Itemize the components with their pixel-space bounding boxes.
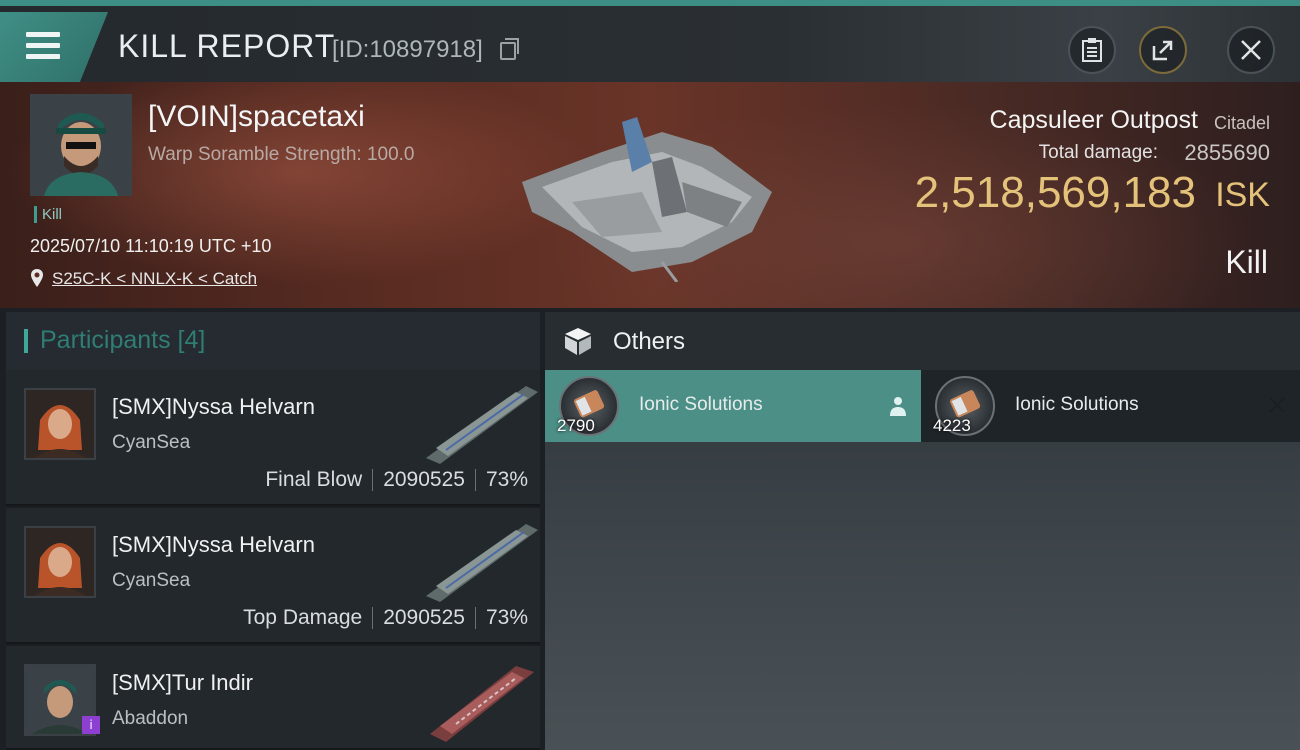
participant-avatar[interactable] <box>24 526 96 598</box>
participant-tag: Top Damage <box>243 606 363 629</box>
participant-row[interactable]: [SMX]Nyssa Helvarn CyanSea Top Damage 20… <box>6 508 540 644</box>
location-pin-icon <box>31 269 43 287</box>
page-title: KILL REPORT <box>118 28 336 64</box>
participant-damage: 2090525 <box>383 606 465 629</box>
item-name: Ionic Solutions <box>1015 394 1139 415</box>
stat-divider <box>372 607 374 629</box>
victim-avatar[interactable] <box>30 94 132 196</box>
clipboard-icon <box>1082 38 1102 62</box>
item-name: Ionic Solutions <box>639 394 763 415</box>
top-bar: KILL REPORT [ID:10897918] <box>0 0 1300 82</box>
isk-unit: ISK <box>1215 176 1270 214</box>
stat-divider <box>474 469 476 491</box>
participant-tag: Final Blow <box>265 468 363 491</box>
kill-datetime: 2025/07/10 11:10:19 UTC +10 <box>30 236 272 256</box>
total-damage-value: 2855690 <box>1184 140 1270 165</box>
isk-value: 2,518,569,183 <box>914 168 1196 217</box>
kill-location-link[interactable]: S25C-K < NNLX-K < Catch <box>52 269 257 289</box>
menu-button[interactable] <box>0 12 108 82</box>
others-header: Others <box>545 312 1300 370</box>
participant-stats: Top Damage 2090525 73% <box>243 606 528 630</box>
person-icon <box>890 397 906 416</box>
participant-ship-image <box>426 386 538 464</box>
victim-ship-image <box>522 117 772 282</box>
header-accent <box>24 329 28 353</box>
victim-banner: [VOIN]spacetaxi Warp Soramble Strength: … <box>0 82 1300 308</box>
share-button[interactable] <box>1139 26 1187 74</box>
share-icon <box>1152 40 1173 61</box>
close-button[interactable] <box>1227 26 1275 74</box>
victim-ship-name[interactable]: Capsuleer Outpost <box>990 106 1198 135</box>
others-panel: Others 2790 Ionic Solutions 4223 Ionic S… <box>545 312 1300 750</box>
kill-result: Kill <box>1225 244 1268 280</box>
box-icon <box>565 328 591 355</box>
clipboard-button[interactable] <box>1068 26 1116 74</box>
item-quantity: 4223 <box>933 416 971 435</box>
participant-ship: Abaddon <box>112 708 189 729</box>
kill-tag: Kill <box>34 206 62 223</box>
participant-percent: 73% <box>485 468 528 491</box>
participant-row[interactable]: [SMX]Nyssa Helvarn CyanSea Final Blow 20… <box>6 370 540 506</box>
item-quantity: 2790 <box>557 416 595 435</box>
participant-ship-image <box>430 666 534 742</box>
participant-name: [SMX]Tur Indir <box>112 670 253 695</box>
participant-damage: 2090525 <box>383 468 465 491</box>
report-id: [ID:10897918] <box>332 36 483 63</box>
item-card[interactable]: 2790 Ionic Solutions <box>545 370 921 442</box>
participant-ship: CyanSea <box>112 570 191 591</box>
item-card[interactable]: 4223 Ionic Solutions <box>921 370 1300 442</box>
participant-ship: CyanSea <box>112 432 191 453</box>
participant-stats: Final Blow 2090525 73% <box>265 468 528 492</box>
victim-name[interactable]: [VOIN]spacetaxi <box>148 100 365 134</box>
copy-icon[interactable] <box>500 38 519 60</box>
menu-icon <box>26 32 60 65</box>
participants-panel: Participants [4] [SMX]Nyssa Helvarn Cyan… <box>6 312 540 750</box>
participants-header: Participants [4] <box>6 312 540 370</box>
stat-divider <box>474 607 476 629</box>
participants-title: Participants [4] <box>40 326 206 354</box>
stat-divider <box>372 469 374 491</box>
total-damage-label: Total damage: <box>1038 142 1158 163</box>
participant-name: [SMX]Nyssa Helvarn <box>112 394 315 419</box>
warp-scramble-strength: Warp Soramble Strength: 100.0 <box>148 144 415 165</box>
victim-ship-class: Citadel <box>1213 113 1270 133</box>
role-badge: i <box>82 716 100 734</box>
participant-avatar[interactable] <box>24 388 96 460</box>
participant-percent: 73% <box>485 606 528 629</box>
others-title: Others <box>613 328 686 355</box>
participant-ship-image <box>426 524 538 602</box>
remove-x-icon[interactable] <box>1268 396 1286 414</box>
participant-name: [SMX]Nyssa Helvarn <box>112 532 315 557</box>
participant-row[interactable]: i [SMX]Tur Indir Abaddon <box>6 646 540 750</box>
close-icon <box>1241 40 1261 60</box>
